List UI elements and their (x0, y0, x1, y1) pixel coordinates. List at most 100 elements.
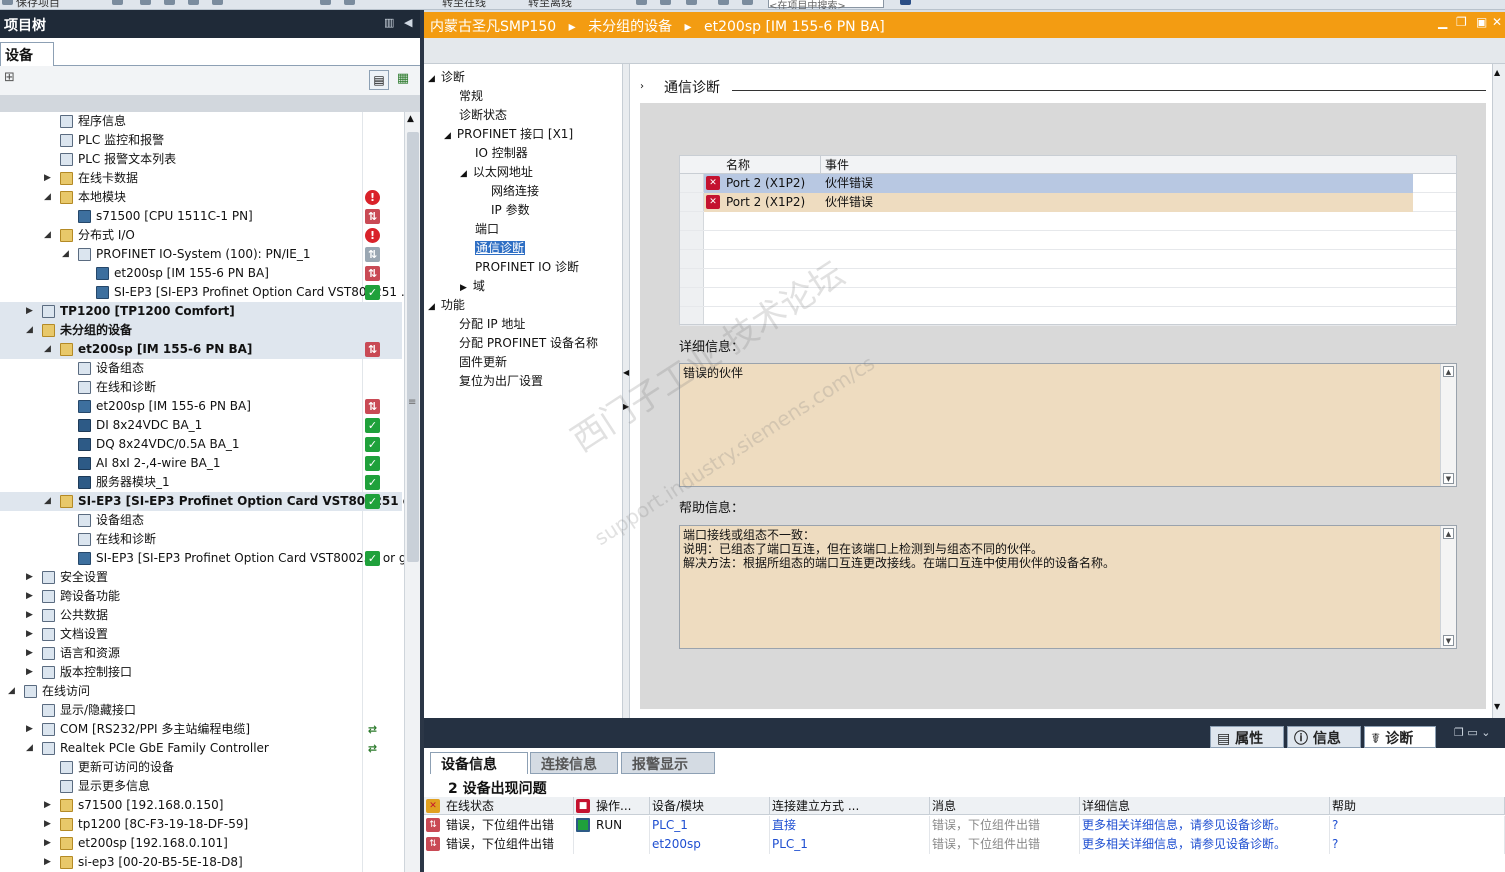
tree-item[interactable]: 设备组态 (0, 359, 402, 378)
add-device-icon[interactable]: ▦ (393, 70, 413, 90)
tree-item[interactable]: PLC 报警文本列表 (0, 150, 402, 169)
maximize-icon[interactable]: ▣ (1476, 15, 1487, 29)
tree-item[interactable]: ◢ et200sp [IM 155-6 PN BA] ⇅ (0, 340, 402, 359)
tree-item[interactable]: 更新可访问的设备 (0, 758, 402, 777)
nav-item[interactable]: ◢ 诊断 (428, 68, 465, 87)
cell-device[interactable]: et200sp (650, 835, 770, 854)
save-project-button[interactable]: 保存项目 (16, 0, 60, 9)
tree-item[interactable]: ▶ s71500 [192.168.0.150] (0, 796, 402, 815)
tree-item[interactable]: DQ 8x24VDC/0.5A BA_1 ✓ (0, 435, 402, 454)
nav-item[interactable]: PROFINET IO 诊断 (475, 258, 579, 277)
tree-item[interactable]: ◢ Realtek PCIe GbE Family Controller ⇄ (0, 739, 402, 758)
tree-item[interactable]: ▶ 语言和资源 (0, 644, 402, 663)
help-textbox[interactable]: 端口接线或组态不一致： 说明：已组态了端口互连，但在该端口上检测到与组态不同的伙… (679, 525, 1457, 649)
tree-item[interactable]: ▶ 安全设置 (0, 568, 402, 587)
tree-item[interactable]: ▶ tp1200 [8C-F3-19-18-DF-59] (0, 815, 402, 834)
expand-toggle-icon[interactable]: ◢ (460, 169, 467, 179)
breadcrumb-group[interactable]: 未分组的设备 (588, 19, 672, 35)
table-row[interactable] (680, 307, 1456, 326)
nav-item[interactable]: IP 参数 (491, 201, 530, 220)
expand-toggle-icon[interactable]: ▶ (26, 302, 33, 321)
expand-toggle-icon[interactable]: ◢ (44, 188, 51, 207)
breadcrumb-project[interactable]: 内蒙古圣凡SMP150 (430, 19, 556, 35)
tree-item[interactable]: 服务器模块_1 ✓ (0, 473, 402, 492)
print-icon[interactable] (112, 0, 123, 5)
expand-toggle-icon[interactable]: ◢ (428, 74, 435, 84)
overview-icon[interactable]: ▤ (369, 70, 389, 90)
table-row[interactable] (680, 212, 1456, 231)
expand-toggle-icon[interactable]: ▶ (26, 663, 33, 682)
section-arrow-icon[interactable]: › (640, 81, 644, 92)
tree-item[interactable]: et200sp [IM 155-6 PN BA] ⇅ (0, 397, 402, 416)
detail-textbox[interactable]: 错误的伙伴 ▲ ▼ (679, 363, 1457, 487)
breadcrumb-device[interactable]: et200sp [IM 155-6 PN BA] (704, 19, 885, 35)
column-header[interactable]: 连接建立方式 ... (770, 797, 930, 815)
copy-icon[interactable] (164, 0, 175, 5)
nav-splitter[interactable]: ◀ ▶ (622, 64, 630, 718)
close-x-icon[interactable] (686, 0, 697, 5)
subtab-alarm-display[interactable]: 报警显示 (621, 752, 715, 774)
expand-nav-icon[interactable]: ▶ (623, 402, 629, 411)
tree-item[interactable]: ▶ 在线卡数据 (0, 169, 402, 188)
expand-toggle-icon[interactable]: ▶ (26, 606, 33, 625)
cell-detail[interactable]: 更多相关详细信息，请参见设备诊断。 (1080, 816, 1330, 835)
download-icon[interactable] (344, 0, 355, 5)
tree-item[interactable]: ▶ TP1200 [TP1200 Comfort] (0, 302, 402, 321)
tree-item[interactable]: 在线和诊断 (0, 378, 402, 397)
tree-item[interactable]: ▶ si-ep3 [00-20-B5-5E-18-D8] (0, 853, 402, 872)
cell-conn[interactable]: PLC_1 (770, 835, 930, 854)
tree-item[interactable]: et200sp [IM 155-6 PN BA] ⇅ (0, 264, 402, 283)
pin-icon[interactable]: ▥ (384, 16, 394, 29)
expand-toggle-icon[interactable]: ▶ (44, 834, 51, 853)
cut-icon[interactable] (140, 0, 151, 5)
expand-toggle-icon[interactable]: ▶ (26, 568, 33, 587)
tree-item[interactable]: 在线和诊断 (0, 530, 402, 549)
tree-item[interactable]: SI-EP3 [SI-EP3 Profinet Option Card VST8… (0, 283, 404, 302)
nav-item[interactable]: 固件更新 (459, 353, 507, 372)
tab-diagnostics[interactable]: ☤ 诊断 (1364, 726, 1436, 748)
cell-help[interactable]: ? (1330, 835, 1505, 854)
float-icon[interactable]: ❐ ▭ ⌄ (1454, 726, 1490, 739)
project-search-input[interactable]: <在项目中搜索> (768, 0, 884, 9)
split-h-icon[interactable] (718, 0, 729, 5)
expand-toggle-icon[interactable]: ▶ (26, 720, 33, 739)
expand-toggle-icon[interactable]: ◢ (44, 226, 51, 245)
table-row[interactable]: ✕ Port 2 (X1P2) 伙伴错误 (680, 174, 1456, 193)
collapse-left-icon[interactable]: ◀ (404, 16, 412, 29)
column-header[interactable]: 在线状态 (424, 797, 574, 815)
tree-item[interactable]: s71500 [CPU 1511C-1 PN] ⇅ (0, 207, 402, 226)
tree-item[interactable]: ▶ 公共数据 (0, 606, 402, 625)
expand-toggle-icon[interactable]: ◢ (26, 739, 33, 758)
column-header[interactable]: 详细信息 (1080, 797, 1330, 815)
tree-item[interactable]: ◢ 本地模块! (0, 188, 402, 207)
expand-toggle-icon[interactable]: ◢ (8, 682, 15, 701)
expand-toggle-icon[interactable]: ▶ (44, 796, 51, 815)
search-icon[interactable] (900, 0, 911, 5)
tree-item[interactable]: ▶ COM [RS232/PPI 多主站编程电缆] ⇄ (0, 720, 402, 739)
column-header[interactable]: 设备/模块 (650, 797, 770, 815)
tree-item[interactable]: ▶ 跨设备功能 (0, 587, 402, 606)
expand-toggle-icon[interactable]: ▶ (26, 625, 33, 644)
subtab-connection-info[interactable]: 连接信息 (530, 752, 618, 774)
table-row[interactable] (680, 231, 1456, 250)
nav-item[interactable]: 端口 (475, 220, 499, 239)
cell-help[interactable]: ? (1330, 816, 1505, 835)
expand-toggle-icon[interactable]: ◢ (44, 492, 51, 511)
scroll-down-icon[interactable]: ▼ (1494, 702, 1500, 711)
scroll-up-icon[interactable]: ▲ (1494, 68, 1500, 77)
tree-item[interactable]: ◢ 分布式 I/O! (0, 226, 402, 245)
close-icon[interactable]: ✕ (1492, 15, 1502, 29)
table-row[interactable] (680, 250, 1456, 269)
nav-item[interactable]: ▶ 域 (460, 277, 485, 296)
tree-item[interactable]: 程序信息 (0, 112, 402, 131)
nav-item[interactable]: 常规 (459, 87, 483, 106)
nav-item[interactable]: 分配 IP 地址 (459, 315, 525, 334)
detail-scrollbar[interactable]: ▲ ▼ (1440, 364, 1456, 486)
minimize-icon[interactable]: ▁ (1438, 15, 1447, 29)
expand-toggle-icon[interactable]: ◢ (444, 131, 451, 141)
tab-info[interactable]: ⓘ 信息 (1287, 726, 1361, 748)
go-online-button[interactable]: 转至在线 (442, 0, 486, 9)
expand-toggle-icon[interactable]: ◢ (62, 245, 69, 264)
nav-item[interactable]: 诊断状态 (459, 106, 507, 125)
collapse-nav-icon[interactable]: ◀ (623, 368, 629, 377)
